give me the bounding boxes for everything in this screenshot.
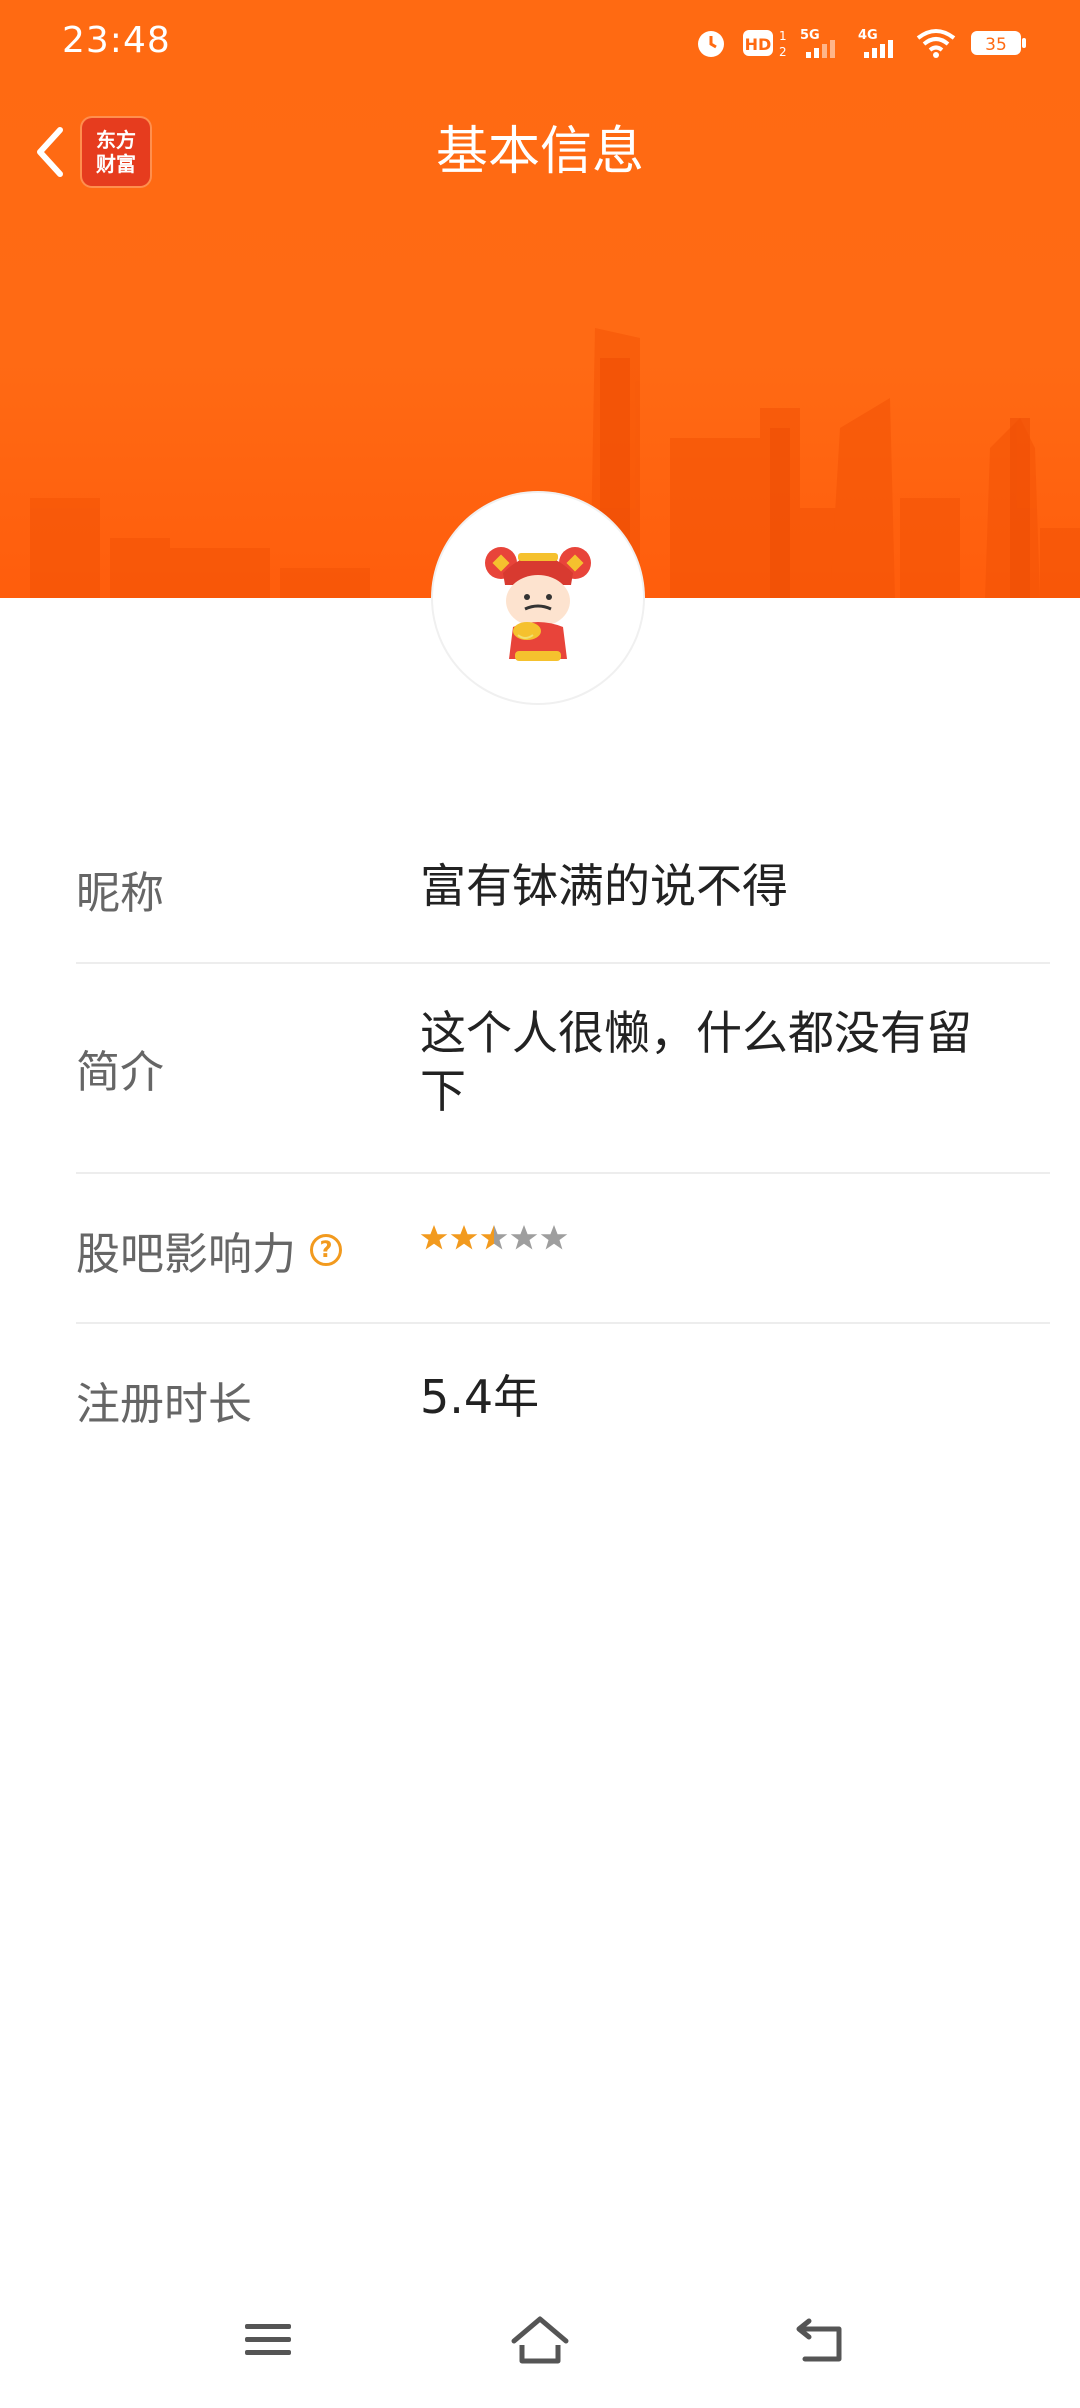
star-icon xyxy=(450,1225,478,1250)
page-title: 基本信息 xyxy=(435,122,644,182)
registration-value: 5.4年 xyxy=(420,1370,540,1424)
influence-label: 股吧影响力 xyxy=(76,1229,296,1280)
bio-label: 简介 xyxy=(76,1047,164,1098)
star-icon xyxy=(540,1225,568,1250)
wifi-icon xyxy=(916,29,956,58)
influence-row: 股吧影响力 ? xyxy=(76,1174,1050,1324)
svg-text:35: 35 xyxy=(985,35,1007,55)
avatar[interactable] xyxy=(433,493,643,703)
svg-text:HD: HD xyxy=(745,35,772,54)
svg-text:2: 2 xyxy=(779,45,786,59)
star-icon xyxy=(480,1225,508,1250)
svg-text:1: 1 xyxy=(779,29,786,43)
star-rating xyxy=(420,1224,1010,1252)
caishen-avatar-icon xyxy=(485,547,591,661)
star-icon xyxy=(510,1225,538,1250)
nickname-row: 昵称 富有钵满的说不得 xyxy=(76,812,1050,964)
svg-text:4G: 4G xyxy=(858,28,878,43)
home-button[interactable] xyxy=(500,2300,580,2380)
battery-icon: 35 xyxy=(971,31,1026,55)
menu-button[interactable] xyxy=(228,2300,308,2380)
status-bar: 23:48 HD 1 2 5G 4G 35 xyxy=(0,0,1080,86)
bio-row: 简介 这个人很懒，什么都没有留下 xyxy=(76,964,1050,1174)
registration-label: 注册时长 xyxy=(76,1379,252,1430)
top-navigation: 东方 财富 基本信息 xyxy=(0,100,1080,204)
influence-rating xyxy=(420,1224,1010,1252)
alarm-icon xyxy=(698,31,724,57)
influence-label-group: 股吧影响力 ? xyxy=(76,1218,342,1282)
home-icon xyxy=(511,2316,569,2364)
menu-icon xyxy=(245,2324,291,2355)
help-icon[interactable]: ? xyxy=(310,1234,342,1266)
svg-text:5G: 5G xyxy=(800,28,820,43)
back-nav-button[interactable] xyxy=(782,2300,862,2380)
star-icon xyxy=(420,1225,448,1250)
system-navigation-bar xyxy=(0,2300,1080,2380)
status-icons: HD 1 2 5G 4G 35 xyxy=(694,20,1028,66)
status-time: 23:48 xyxy=(62,20,171,61)
nickname-value: 富有钵满的说不得 xyxy=(420,859,788,913)
hd-voice-icon: HD 1 2 xyxy=(743,29,786,59)
registration-row: 注册时长 5.4年 xyxy=(76,1324,1050,1474)
back-icon xyxy=(796,2318,842,2362)
bio-value: 这个人很懒，什么都没有留下 xyxy=(420,1006,972,1118)
nickname-label: 昵称 xyxy=(76,868,164,919)
signal-4g-icon: 4G xyxy=(858,28,893,58)
signal-5g-icon: 5G xyxy=(800,28,835,58)
profile-info-list: 昵称 富有钵满的说不得 简介 这个人很懒，什么都没有留下 股吧影响力 ? 注册时… xyxy=(76,812,1050,1474)
